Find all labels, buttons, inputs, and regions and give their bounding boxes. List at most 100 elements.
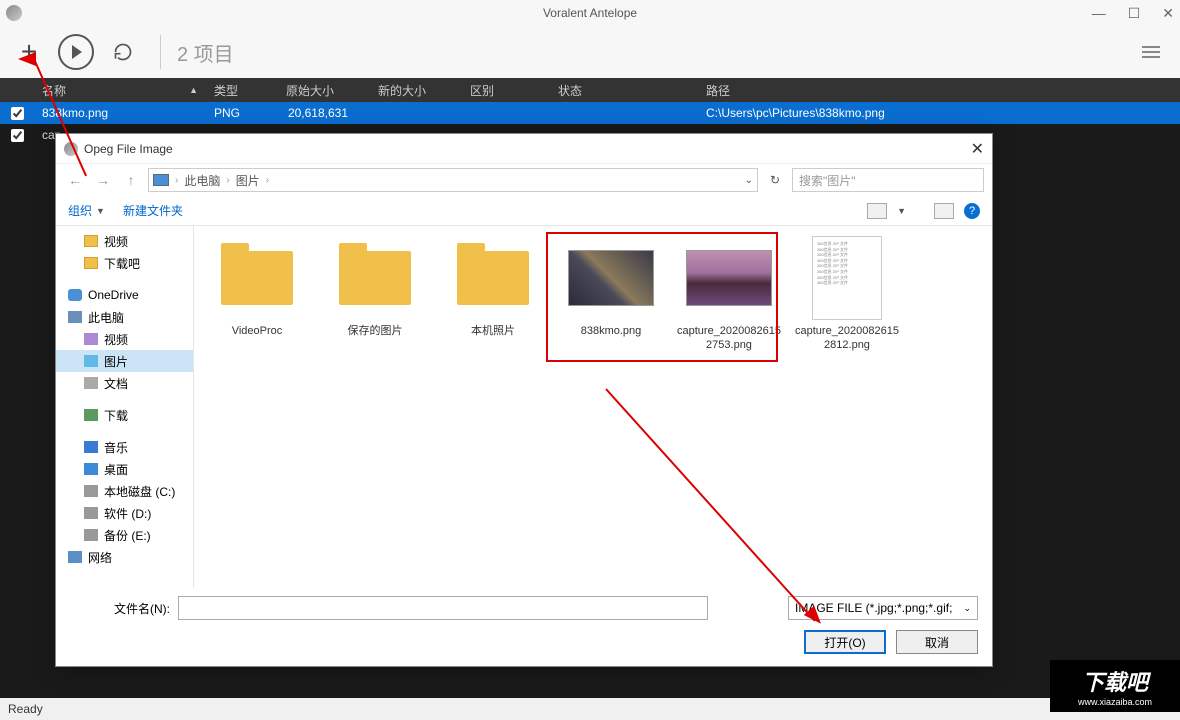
filename-input[interactable] — [178, 596, 708, 620]
col-path[interactable]: 路径 — [698, 82, 1180, 99]
folder-tree: 视频下载吧OneDrive此电脑视频图片文档下载音乐桌面本地磁盘 (C:)软件 … — [56, 226, 194, 588]
tree-item-label: OneDrive — [88, 288, 139, 302]
tree-item-label: 视频 — [104, 331, 128, 348]
table-row[interactable]: 838kmo.png PNG 20,618,631 C:\Users\pc\Pi… — [0, 102, 1180, 124]
folder-icon — [84, 441, 98, 453]
file-name: 本机照片 — [440, 324, 546, 338]
titlebar: Voralent Antelope — ☐ ✕ — [0, 0, 1180, 26]
col-new-size[interactable]: 新的大小 — [370, 82, 462, 99]
file-item[interactable]: 360信息 ZIP 文件360信息 ZIP 文件360信息 ZIP 文件360信… — [794, 236, 900, 353]
file-thumbnail — [213, 236, 301, 320]
col-type[interactable]: 类型 — [206, 82, 278, 99]
pc-icon — [153, 174, 169, 186]
tree-item-label: 桌面 — [104, 461, 128, 478]
app-title: Voralent Antelope — [543, 6, 637, 20]
chevron-down-icon: ▼ — [897, 206, 906, 216]
breadcrumb-root[interactable]: 此电脑 — [184, 172, 220, 189]
folder-icon — [84, 235, 98, 247]
app-icon — [6, 5, 22, 21]
folder-icon — [84, 355, 98, 367]
tree-item[interactable]: 图片 — [56, 350, 193, 372]
run-button[interactable] — [58, 34, 94, 70]
tree-item[interactable]: 文档 — [56, 372, 193, 394]
tree-item[interactable]: 下载 — [56, 404, 193, 426]
chevron-down-icon: ▼ — [96, 206, 105, 216]
nav-back-button[interactable]: ← — [64, 172, 86, 188]
file-item[interactable]: 保存的图片 — [322, 236, 428, 353]
tree-item[interactable]: 下载吧 — [56, 252, 193, 274]
file-name: VideoProc — [204, 324, 310, 338]
nav-forward-button[interactable]: → — [92, 172, 114, 188]
dialog-title: Opeg File Image — [84, 142, 173, 156]
menu-button[interactable] — [1142, 43, 1160, 61]
view-mode-button[interactable] — [867, 203, 887, 219]
file-thumbnail — [449, 236, 537, 320]
tree-item[interactable]: 视频 — [56, 230, 193, 252]
col-diff[interactable]: 区别 — [462, 82, 550, 99]
tree-item[interactable]: 网络 — [56, 546, 193, 568]
tree-item[interactable]: 桌面 — [56, 458, 193, 480]
row-type: PNG — [206, 106, 278, 120]
folder-icon — [84, 529, 98, 541]
refresh-button[interactable] — [108, 37, 138, 67]
tree-item[interactable]: 备份 (E:) — [56, 524, 193, 546]
folder-icon — [84, 377, 98, 389]
file-grid: VideoProc保存的图片本机照片838kmo.pngcapture_2020… — [194, 226, 992, 588]
filename-label: 文件名(N): — [70, 600, 178, 617]
folder-icon — [68, 289, 82, 301]
folder-icon — [84, 333, 98, 345]
open-button[interactable]: 打开(O) — [804, 630, 886, 654]
folder-icon — [84, 507, 98, 519]
folder-icon — [84, 463, 98, 475]
tree-item-label: 文档 — [104, 375, 128, 392]
tree-item-label: 视频 — [104, 233, 128, 250]
file-name: 保存的图片 — [322, 324, 428, 338]
new-folder-button[interactable]: 新建文件夹 — [123, 202, 183, 219]
open-file-dialog: Opeg File Image ✕ ← → ↑ › 此电脑 › 图片 › ⌄ ↻… — [55, 133, 993, 667]
breadcrumb[interactable]: › 此电脑 › 图片 › ⌄ — [148, 168, 758, 192]
minimize-button[interactable]: — — [1092, 5, 1106, 22]
tree-item[interactable]: 此电脑 — [56, 306, 193, 328]
tree-item[interactable]: 本地磁盘 (C:) — [56, 480, 193, 502]
tree-item[interactable]: 视频 — [56, 328, 193, 350]
file-item[interactable]: 本机照片 — [440, 236, 546, 353]
statusbar: Ready — [0, 698, 1180, 720]
folder-icon — [68, 551, 82, 563]
cancel-button[interactable]: 取消 — [896, 630, 978, 654]
selection-highlight — [546, 232, 778, 362]
row-checkbox[interactable] — [11, 107, 24, 120]
tree-item[interactable]: 软件 (D:) — [56, 502, 193, 524]
organize-button[interactable]: 组织 — [68, 202, 92, 219]
divider — [160, 35, 161, 69]
col-status[interactable]: 状态 — [550, 82, 698, 99]
dialog-close-button[interactable]: ✕ — [971, 139, 984, 159]
maximize-button[interactable]: ☐ — [1128, 5, 1141, 22]
tree-item-label: 软件 (D:) — [104, 505, 151, 522]
search-input[interactable]: 搜索"图片" — [792, 168, 984, 192]
tree-item-label: 备份 (E:) — [104, 527, 151, 544]
tree-item-label: 下载 — [104, 407, 128, 424]
help-icon[interactable]: ? — [964, 203, 980, 219]
tree-item[interactable]: OneDrive — [56, 284, 193, 306]
file-thumbnail — [331, 236, 419, 320]
row-checkbox[interactable] — [11, 129, 24, 142]
toolbar: + 2 项目 — [0, 26, 1180, 78]
breadcrumb-dropdown-icon[interactable]: ⌄ — [745, 175, 753, 186]
file-item[interactable]: VideoProc — [204, 236, 310, 353]
tree-item-label: 音乐 — [104, 439, 128, 456]
col-name[interactable]: 名称▲ — [34, 82, 206, 99]
item-count: 2 项目 — [177, 38, 234, 67]
folder-icon — [84, 485, 98, 497]
nav-up-button[interactable]: ↑ — [120, 172, 142, 188]
tree-item-label: 网络 — [88, 549, 112, 566]
col-original-size[interactable]: 原始大小 — [278, 82, 370, 99]
row-osize: 20,618,631 — [278, 106, 370, 120]
tree-item-label: 本地磁盘 (C:) — [104, 483, 175, 500]
breadcrumb-folder[interactable]: 图片 — [236, 172, 260, 189]
file-name: capture_20200826152812.png — [794, 324, 900, 353]
preview-pane-button[interactable] — [934, 203, 954, 219]
close-button[interactable]: ✕ — [1162, 5, 1174, 22]
watermark: 下载吧 www.xiazaiba.com — [1050, 660, 1180, 712]
tree-item[interactable]: 音乐 — [56, 436, 193, 458]
nav-refresh-button[interactable]: ↻ — [764, 173, 786, 187]
